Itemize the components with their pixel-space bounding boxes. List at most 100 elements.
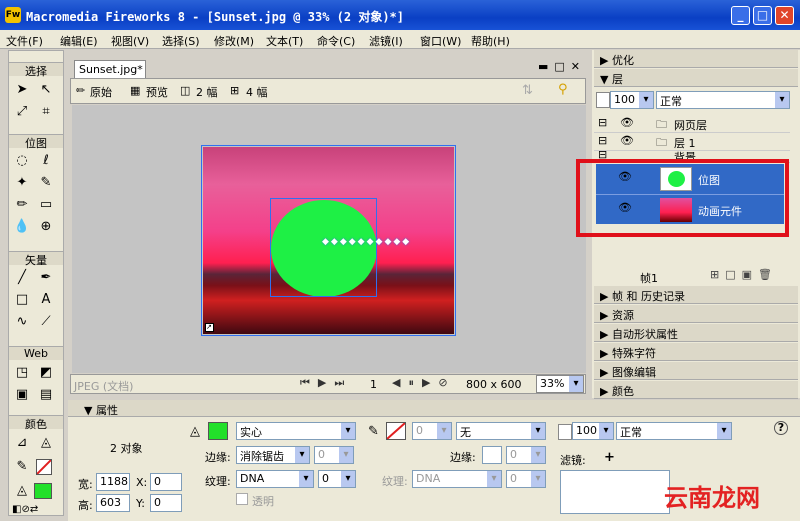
hotspot-tool-icon[interactable]: ◳ bbox=[11, 363, 33, 383]
layer-opacity-dropdown[interactable]: 100 bbox=[610, 91, 654, 109]
stroke-edge-swatch[interactable] bbox=[482, 446, 502, 464]
menu-help[interactable]: 帮助(H) bbox=[471, 33, 510, 49]
filters-label: 滤镜: bbox=[560, 454, 586, 467]
knife-tool-icon[interactable]: ⟋ bbox=[35, 312, 57, 332]
fill-color-swatch[interactable] bbox=[208, 422, 228, 440]
magic-wand-tool-icon[interactable]: ✦ bbox=[11, 173, 33, 193]
stroke-color-swatch[interactable] bbox=[386, 422, 406, 440]
crop-tool-icon[interactable]: ⌗ bbox=[35, 102, 57, 122]
panel-special-chars-header[interactable]: ▶ 特殊字符 bbox=[594, 343, 798, 361]
maximize-button[interactable]: □ bbox=[753, 6, 772, 25]
playback-controls[interactable]: ⏮▶⏭ bbox=[300, 376, 352, 390]
pen-tool-icon[interactable]: ✒ bbox=[35, 268, 57, 288]
panel-autoshape-header[interactable]: ▶ 自动形状属性 bbox=[594, 324, 798, 342]
scale-tool-icon[interactable]: ⤢ bbox=[11, 102, 33, 122]
freeform-tool-icon[interactable]: ∿ bbox=[11, 312, 33, 332]
slice-tool-icon[interactable]: ◩ bbox=[35, 363, 57, 383]
view-4-up[interactable]: 4 幅 bbox=[246, 84, 268, 100]
stroke-edge-amount[interactable]: 0 bbox=[506, 446, 546, 464]
two-up-icon: ◫ bbox=[180, 84, 191, 97]
text-tool-icon[interactable]: A bbox=[35, 290, 57, 310]
menu-file[interactable]: 文件(F) bbox=[6, 33, 43, 49]
menu-filters[interactable]: 滤镜(I) bbox=[369, 33, 403, 49]
layer-row-web[interactable]: ⊟ 👁 🗀 网页层 bbox=[594, 115, 790, 133]
width-field[interactable]: 1188 bbox=[96, 473, 130, 491]
hide-slices-icon[interactable]: ▣ bbox=[11, 385, 33, 405]
panel-optimize-header[interactable]: ▶ 优化 bbox=[594, 50, 798, 68]
menu-text[interactable]: 文本(T) bbox=[266, 33, 303, 49]
object-blend-dropdown[interactable]: 正常 bbox=[616, 422, 732, 440]
document-window-controls[interactable]: ▬□✕ bbox=[538, 60, 586, 73]
rubber-stamp-tool-icon[interactable]: ⊕ bbox=[35, 217, 57, 237]
frame-nav-controls[interactable]: ◀⏸▶⊘ bbox=[392, 376, 456, 390]
close-button[interactable]: ✕ bbox=[775, 6, 794, 25]
menu-modify[interactable]: 修改(M) bbox=[214, 33, 254, 49]
layer-action-icons[interactable]: ⊞□▣🗑 bbox=[710, 268, 778, 281]
zoom-dropdown[interactable]: 33% bbox=[536, 375, 584, 393]
paint-bucket-tool-icon[interactable]: ◬ bbox=[35, 433, 57, 453]
document-tab[interactable]: Sunset.jpg* bbox=[74, 60, 146, 78]
export-icon[interactable]: ⇅ bbox=[522, 83, 533, 98]
stroke-texture-dropdown[interactable]: DNA bbox=[412, 470, 502, 488]
pencil-tool-icon[interactable]: ✏ bbox=[11, 195, 33, 215]
properties-title: 属性 bbox=[95, 404, 118, 417]
y-field[interactable]: 0 bbox=[150, 494, 182, 512]
height-field[interactable]: 603 bbox=[96, 494, 130, 512]
properties-header[interactable]: ▼ 属性 bbox=[68, 400, 800, 417]
menu-commands[interactable]: 命令(C) bbox=[317, 33, 355, 49]
x-field[interactable]: 0 bbox=[150, 473, 182, 491]
object-opacity-dropdown[interactable]: 100 bbox=[572, 422, 614, 440]
eye-icon[interactable]: 👁 bbox=[620, 134, 634, 147]
panel-layers-header[interactable]: ▼ 层 bbox=[594, 69, 798, 87]
view-original[interactable]: 原始 bbox=[90, 84, 112, 100]
help-button[interactable]: ? bbox=[774, 421, 788, 435]
eraser-tool-icon[interactable]: ▭ bbox=[35, 195, 57, 215]
view-preview[interactable]: 预览 bbox=[146, 84, 168, 100]
symbol-arrow-icon: ↗ bbox=[205, 323, 214, 332]
fill-type-dropdown[interactable]: 实心 bbox=[236, 422, 356, 440]
tools-section-web: Web bbox=[9, 346, 63, 360]
layer-collapse-icon[interactable]: ⊟ bbox=[598, 116, 607, 129]
color-mode-icons[interactable]: ◧⊘⇄ bbox=[12, 504, 38, 515]
view-2-up[interactable]: 2 幅 bbox=[196, 84, 218, 100]
layer-blend-dropdown[interactable]: 正常 bbox=[656, 91, 790, 109]
panel-assets-header[interactable]: ▶ 资源 bbox=[594, 305, 798, 323]
panel-image-edit-header[interactable]: ▶ 图像编辑 bbox=[594, 362, 798, 380]
pointer-tool-icon[interactable]: ➤ bbox=[11, 80, 33, 100]
blur-tool-icon[interactable]: 💧 bbox=[11, 217, 33, 237]
stroke-size-field[interactable]: 0 bbox=[412, 422, 452, 440]
layer-row-1[interactable]: ⊟ 👁 🗀 层 1 bbox=[594, 133, 790, 151]
stroke-type-dropdown[interactable]: 无 bbox=[456, 422, 546, 440]
subselect-tool-icon[interactable]: ↖ bbox=[35, 80, 57, 100]
fill-edge-dropdown[interactable]: 消除锯齿 bbox=[236, 446, 310, 464]
transparent-checkbox[interactable] bbox=[236, 493, 248, 505]
lasso-tool-icon[interactable]: ℓ bbox=[35, 151, 57, 171]
object-count: 2 对象 bbox=[110, 442, 143, 455]
fill-texture-dropdown[interactable]: DNA bbox=[236, 470, 314, 488]
rectangle-tool-icon[interactable]: □ bbox=[11, 290, 33, 310]
menu-edit[interactable]: 编辑(E) bbox=[60, 33, 98, 49]
layer-collapse-icon[interactable]: ⊟ bbox=[598, 134, 607, 147]
fill-edge-amount[interactable]: 0 bbox=[314, 446, 354, 464]
panel-color-header[interactable]: ▶ 颜色 bbox=[594, 381, 798, 399]
x-label: X: bbox=[136, 476, 148, 489]
stroke-texture-amount[interactable]: 0 bbox=[506, 470, 546, 488]
menu-window[interactable]: 窗口(W) bbox=[420, 33, 461, 49]
stroke-color-swatch[interactable] bbox=[36, 459, 52, 475]
marquee-tool-icon[interactable]: ◌ bbox=[11, 151, 33, 171]
quick-export-icon[interactable]: ⚲ bbox=[558, 82, 568, 97]
menu-select[interactable]: 选择(S) bbox=[162, 33, 200, 49]
filters-list[interactable] bbox=[560, 470, 670, 514]
menu-view[interactable]: 视图(V) bbox=[111, 33, 149, 49]
eyedropper-tool-icon[interactable]: ⊿ bbox=[11, 433, 33, 453]
eye-icon[interactable]: 👁 bbox=[620, 116, 634, 129]
panel-frames-history-header[interactable]: ▶ 帧 和 历史记录 bbox=[594, 286, 798, 304]
current-frame: 1 bbox=[370, 378, 377, 391]
add-filter-icon[interactable]: + bbox=[604, 450, 615, 465]
brush-tool-icon[interactable]: ✎ bbox=[35, 173, 57, 193]
line-tool-icon[interactable]: ╱ bbox=[11, 268, 33, 288]
fill-color-swatch[interactable] bbox=[34, 483, 52, 499]
fill-texture-amount[interactable]: 0 bbox=[318, 470, 356, 488]
minimize-button[interactable]: _ bbox=[731, 6, 750, 25]
show-slices-icon[interactable]: ▤ bbox=[35, 385, 57, 405]
